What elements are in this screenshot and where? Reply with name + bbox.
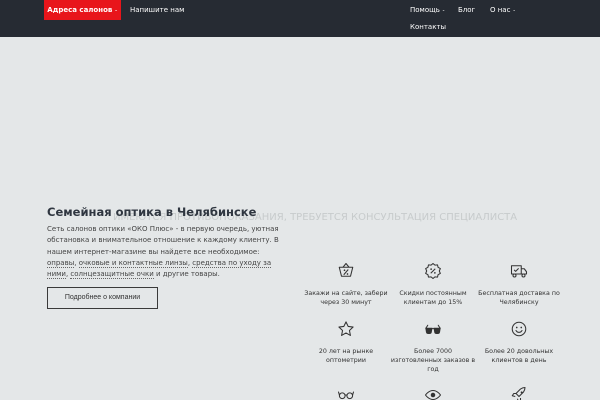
- nav-write-us-link[interactable]: Напишите нам: [130, 0, 184, 20]
- glasses-icon: [425, 324, 441, 335]
- chevron-down-icon: ⌄: [441, 7, 446, 12]
- delivery-truck-icon: [510, 265, 528, 278]
- nav-about-label: О нас: [490, 6, 511, 14]
- description-text: Сеть салонов оптики «ОКО Плюс» - в перву…: [47, 225, 279, 256]
- smile-icon: [511, 321, 527, 337]
- feature-discount: Скидки постоянным клиентам до 15%: [388, 262, 478, 307]
- feature-label: Скидки постоянным клиентам до 15%: [399, 290, 467, 306]
- chevron-down-icon: ⌄: [512, 7, 516, 12]
- lenses-link[interactable]: очковые и контактные линзы: [78, 258, 188, 268]
- sunglasses-icon: [337, 391, 355, 400]
- discount-badge-icon: [425, 262, 441, 280]
- nav-help-label: Помощь: [410, 6, 440, 14]
- rocket-icon: [511, 386, 526, 400]
- nav-blog-link[interactable]: Блог: [458, 0, 475, 20]
- feature-clients: Более 20 довольных клиентов в день: [474, 320, 564, 365]
- eye-icon: [424, 389, 442, 400]
- nav-addresses-button[interactable]: Адреса салонов ⌄: [44, 0, 121, 20]
- feature-rocket: [474, 386, 564, 400]
- description-end: и другие товары.: [153, 270, 220, 279]
- feature-eye: [388, 386, 478, 400]
- chevron-down-icon: ⌄: [114, 7, 118, 12]
- about-company-button[interactable]: Подробнее о компании: [47, 287, 158, 309]
- feature-delivery: Бесплатная доставка по Челябинску: [474, 262, 564, 307]
- feature-sunglasses: [301, 386, 391, 400]
- feature-label: Бесплатная доставка по Челябинску: [478, 290, 560, 306]
- basket-percent-icon: [338, 262, 354, 277]
- feature-label: Более 20 довольных клиентов в день: [484, 348, 554, 364]
- star-icon: [338, 321, 354, 336]
- sunglasses-link[interactable]: солнцезащитные очки: [70, 270, 154, 280]
- page-title: Семейная оптика в Челябинске: [47, 205, 257, 219]
- feature-label: 20 лет на рынке оптометрии: [318, 348, 374, 364]
- feature-label: Более 7000 изготовленных заказов в год: [390, 348, 476, 373]
- top-navbar: Адреса салонов ⌄ Напишите нам Помощь ⌄ Бло…: [0, 0, 600, 37]
- nav-addresses-label: Адреса салонов: [47, 6, 113, 14]
- nav-contacts-link[interactable]: Контакты: [410, 17, 446, 37]
- feature-years: 20 лет на рынке оптометрии: [301, 320, 391, 365]
- feature-orders: Более 7000 изготовленных заказов в год: [388, 320, 478, 374]
- company-description: Сеть салонов оптики «ОКО Плюс» - в перву…: [47, 224, 287, 280]
- feature-pickup: Закажи на сайте, забери через 30 минут: [301, 262, 391, 307]
- feature-label: Закажи на сайте, забери через 30 минут: [304, 290, 388, 306]
- nav-about-menu[interactable]: О нас ⌄: [490, 0, 516, 20]
- frames-link[interactable]: оправы: [47, 258, 75, 268]
